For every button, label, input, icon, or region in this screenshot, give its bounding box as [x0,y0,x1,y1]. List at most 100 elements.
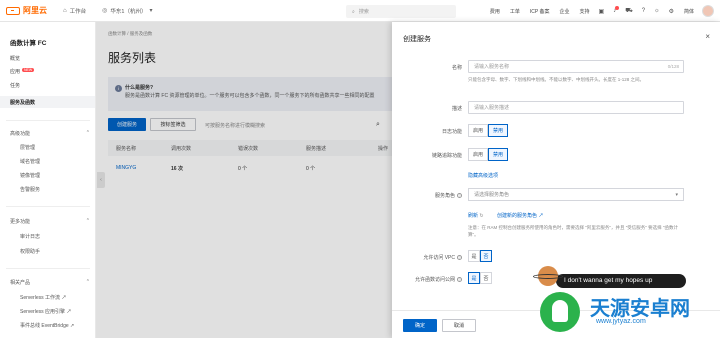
gear-icon[interactable]: ⚙ [669,8,674,15]
trace-label: 链路追踪功能 [431,153,462,159]
internet-yes-option[interactable]: 是 [468,272,480,284]
description-placeholder: 请输入服务描述 [474,105,510,111]
link-icp[interactable]: ICP 备案 [530,8,550,15]
link-billing[interactable]: 费用 [490,8,500,15]
sidebar-item-services[interactable]: 服务及函数 [10,99,35,106]
chevron-down-icon: ▾ [149,8,153,14]
region-selector[interactable]: ◎ 华东1（杭州） ▾ [102,7,155,15]
service-name-field[interactable]: 请输入服务名称 0/128 [468,60,684,73]
sidebar-group-more[interactable]: 更多功能 ⌃ [10,218,90,225]
notification-dot [615,6,620,10]
sidebar-item-audit[interactable]: 审计日志 [20,233,40,240]
sidebar-group-advanced[interactable]: 高级功能 ⌃ [10,130,90,137]
hide-advanced-link[interactable]: 隐藏高级选项 [468,172,498,179]
related-label: 事件总线 EventBridge [20,323,69,329]
sidebar-item-overview[interactable]: 概览 [10,55,20,62]
chevron-down-icon: ▾ [675,191,678,198]
sidebar: 函数计算 FC 概览 应用 NEW 任务 服务及函数 高级功能 ⌃ 层管理 域名管理… [0,22,96,338]
log-label: 日志功能 [441,129,462,135]
sidebar-item-layers[interactable]: 层管理 [20,144,35,151]
logo-mark-icon [6,6,20,15]
help-icon[interactable]: ? [457,277,462,282]
external-link-icon: ↗ [66,309,72,315]
language-switch[interactable]: 简体 [684,8,694,15]
modal-overlay[interactable] [96,22,392,338]
vpc-yes-option[interactable]: 是 [468,250,480,262]
sidebar-item-workflow[interactable]: Serverless 工作流 ↗ [20,294,66,301]
top-bar: 阿里云 ⌂ 工作台 ◎ 华东1（杭州） ▾ ⌕ 搜索 费用 工单 ICP 备案 企业 支… [0,0,720,22]
internet-label-text: 允许函数访问公网 [414,277,455,283]
new-badge: NEW [22,68,35,72]
link-support[interactable]: 支持 [580,8,590,15]
group-label: 相关产品 [10,280,31,286]
trace-disable-option[interactable]: 禁用 [488,148,508,161]
sidebar-item-permissions[interactable]: 权限助手 [20,248,40,255]
close-icon[interactable]: × [705,32,710,41]
internet-label: 允许函数访问公网? [392,276,462,283]
drawer-title: 创建服务 [403,36,431,43]
trace-enable-option[interactable]: 启用 [468,148,488,161]
workbench-link[interactable]: ⌂ 工作台 [63,7,86,15]
lightbulb-icon[interactable]: ☼ [654,8,660,14]
create-role-label: 创建新的服务角色 [497,213,538,219]
related-label: Serverless 工作流 [20,295,61,301]
trace-toggle: 启用 禁用 [468,148,508,161]
watermark-text: 天源安卓网 [590,298,690,320]
role-note: 注意：在 RAM 控制台创建服务所使用的角色时，需要选择 "阿里云服务"，并且 … [468,225,678,237]
name-label: 名称 [451,65,462,71]
external-link-icon: ↗ [538,213,544,219]
vpc-label: 允许访问 VPC? [392,254,462,261]
confirm-button[interactable]: 确定 [403,319,437,332]
service-role-select[interactable]: 请选择服务角色 ▾ [468,188,684,201]
log-disable-option[interactable]: 禁用 [488,124,508,137]
link-tickets[interactable]: 工单 [510,8,520,15]
vpc-toggle: 是 否 [468,250,492,262]
sidebar-item-alarms[interactable]: 告警服务 [20,186,40,193]
workbench-label: 工作台 [69,8,87,15]
name-placeholder: 请输入服务名称 [474,64,510,70]
home-icon: ⌂ [63,7,67,14]
globe-icon: ◎ [102,8,108,14]
name-hint: 只能包含字母、数字、下划线和中划线。不能以数字、中划线开头。长度在 1-128 … [468,77,645,82]
terminal-icon[interactable]: ▣ [599,8,605,15]
chevron-up-icon: ⌃ [85,279,90,285]
aliyun-logo[interactable]: 阿里云 [6,5,47,16]
role-placeholder: 请选择服务角色 [474,192,510,198]
logo-text: 阿里云 [23,6,47,15]
vpc-no-option[interactable]: 否 [480,250,492,262]
chevron-up-icon: ⌃ [85,218,90,224]
sidebar-title: 函数计算 FC [10,40,47,47]
sidebar-item-apps[interactable]: 应用 NEW [10,68,35,75]
cart-icon[interactable]: ⛟ [625,7,633,15]
sidebar-item-sae[interactable]: Serverless 应用引擎 ↗ [20,308,71,315]
refresh-link[interactable]: 刷新 ↻ [468,212,484,219]
sidebar-item-tasks[interactable]: 任务 [10,82,20,89]
sidebar-item-domains[interactable]: 域名管理 [20,158,40,165]
sidebar-divider [6,120,90,121]
internet-no-option[interactable]: 否 [480,272,492,284]
char-counter: 0/128 [667,64,679,69]
create-role-link[interactable]: 创建新的服务角色 ↗ [497,212,543,219]
search-placeholder: 搜索 [358,9,369,15]
sidebar-item-images[interactable]: 镜像管理 [20,172,40,179]
lyric-bubble: I don't wanna get my hopes up [556,274,686,288]
internet-toggle: 是 否 [468,272,492,284]
sidebar-item-eventbridge[interactable]: 事件总线 EventBridge ↗ [20,322,74,329]
service-description-field[interactable]: 请输入服务描述 [468,101,684,114]
log-enable-option[interactable]: 启用 [468,124,488,137]
sidebar-group-related[interactable]: 相关产品 ⌃ [10,279,90,286]
help-icon[interactable]: ? [457,193,462,198]
link-enterprise[interactable]: 企业 [559,8,569,15]
cancel-button[interactable]: 取消 [442,319,476,332]
region-label: 华东1（杭州） [110,8,147,15]
search-input[interactable]: ⌕ 搜索 [346,5,456,18]
external-link-icon: ↗ [61,295,67,301]
search-icon: ⌕ [352,8,355,15]
help-icon[interactable]: ? [642,8,645,14]
avatar[interactable] [702,5,714,17]
help-icon[interactable]: ? [457,255,462,260]
chevron-up-icon: ⌃ [85,130,90,136]
planet-ring [533,274,563,279]
bell-icon[interactable]: ♪ [613,6,620,14]
group-label: 高级功能 [10,131,31,137]
